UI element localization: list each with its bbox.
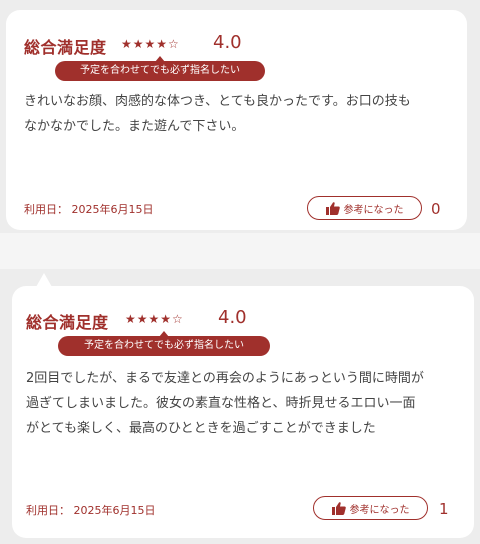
satisfaction-label: 総合満足度 [24, 38, 107, 57]
satisfaction-label: 総合満足度 [26, 313, 109, 332]
helpful-label: 参考になった [349, 504, 410, 516]
review-tag-text: 予定を合わせてでも必ず指名したい [80, 65, 240, 76]
review-tag: 予定を合わせてでも必ず指名したい [55, 56, 265, 81]
rating-score: 4.0 [218, 307, 247, 328]
review-text-line: 2回目でしたが、まるで友達との再会のようにあっという間に時間が [26, 371, 424, 386]
visit-date: 利用日： 2025年6月15日 [24, 203, 154, 216]
thumbs-up-icon [331, 501, 346, 515]
review-text-line: きれいなお顔、肉感的な体つき、とても良かったです。お口の技も [24, 94, 411, 109]
review-text: きれいなお顔、肉感的な体つき、とても良かったです。お口の技も なかなかでした。ま… [24, 89, 411, 139]
review-text-line: がとても楽しく、最高のひとときを過ごすことができました [26, 421, 376, 436]
review-text-line: 過ぎてしまいました。彼女の素直な性格と、時折見せるエロい一面 [26, 396, 416, 411]
helpful-count: 1 [439, 500, 449, 518]
visit-date: 利用日： 2025年6月15日 [26, 504, 156, 517]
review-tag: 予定を合わせてでも必ず指名したい [58, 331, 270, 356]
review-card: 総合満足度 ★★★★☆ 4.0 予定を合わせてでも必ず指名したい きれいなお顔、… [6, 10, 467, 230]
card-pointer [36, 273, 52, 287]
review-card: 総合満足度 ★★★★☆ 4.0 予定を合わせてでも必ず指名したい 2回目でしたが… [12, 273, 474, 538]
helpful-count: 0 [431, 200, 441, 218]
rating-stars: ★★★★☆ [125, 312, 184, 326]
rating-stars: ★★★★☆ [121, 37, 180, 51]
review-text-line: なかなかでした。また遊んで下さい。 [24, 119, 245, 134]
helpful-label: 参考になった [343, 204, 404, 216]
thumbs-up-icon [325, 201, 340, 215]
helpful-button[interactable]: 参考になった [313, 496, 428, 520]
rating-score: 4.0 [213, 32, 242, 53]
helpful-button[interactable]: 参考になった [307, 196, 422, 220]
review-tag-text: 予定を合わせてでも必ず指名したい [84, 340, 244, 351]
tag-pointer [155, 56, 165, 62]
tag-pointer [159, 331, 169, 337]
review-text: 2回目でしたが、まるで友達との再会のようにあっという間に時間が 過ぎてしまいまし… [26, 366, 424, 441]
separator-band [0, 233, 480, 269]
